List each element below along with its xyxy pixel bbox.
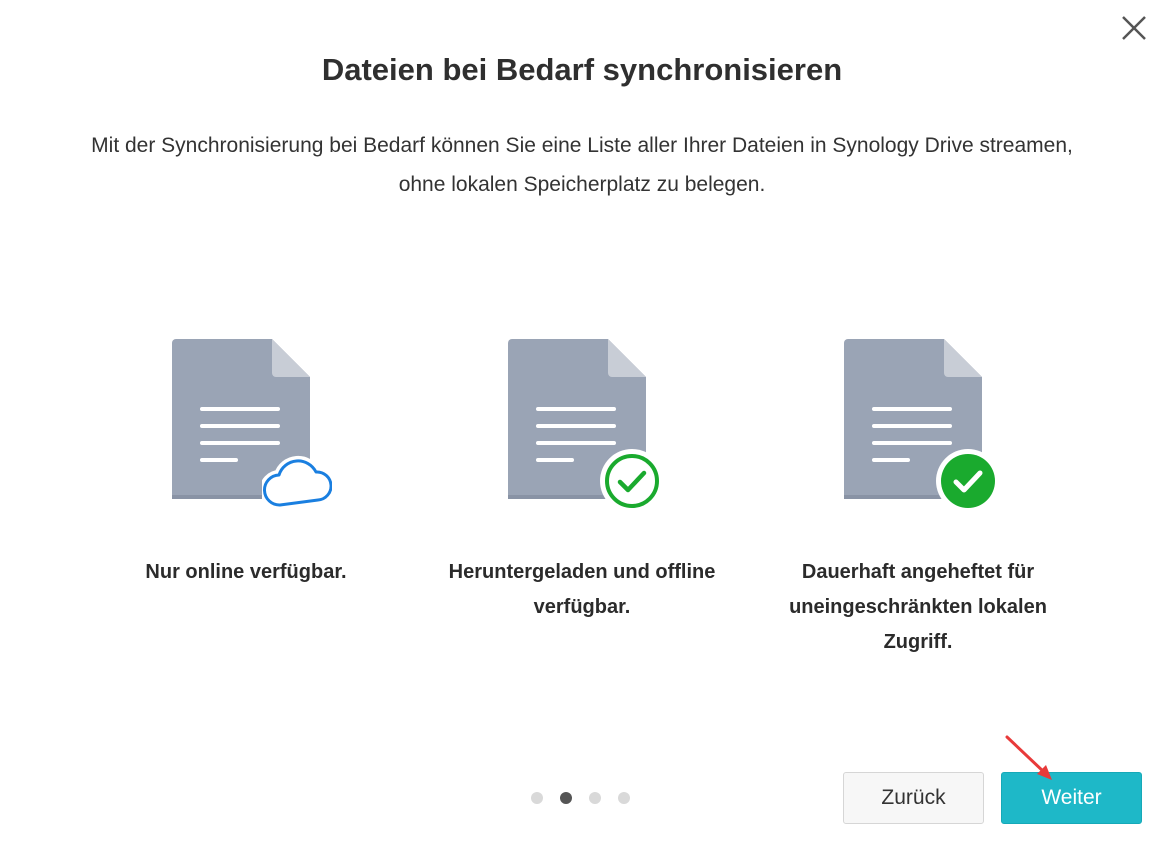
pagination-dot[interactable] — [531, 792, 543, 804]
document-check-outline-icon — [502, 335, 672, 515]
dialog-description: Mit der Synchronisierung bei Bedarf könn… — [91, 134, 1073, 196]
back-button[interactable]: Zurück — [843, 772, 984, 824]
option-online-only: Nur online verfügbar. — [96, 335, 396, 583]
option-caption: Heruntergeladen und offline verfügbar. — [448, 561, 716, 618]
option-always-pinned: Dauerhaft angeheftet für uneingeschränkt… — [768, 335, 1068, 653]
document-cloud-icon — [166, 335, 336, 515]
close-icon — [1122, 16, 1146, 40]
option-caption: Dauerhaft angeheftet für uneingeschränkt… — [789, 561, 1047, 653]
check-filled-icon — [936, 449, 1000, 513]
pagination-dots — [531, 792, 630, 804]
option-caption: Nur online verfügbar. — [145, 561, 347, 583]
pagination-dot[interactable] — [589, 792, 601, 804]
dialog-title: Dateien bei Bedarf synchronisieren — [321, 52, 843, 87]
next-button[interactable]: Weiter — [1001, 772, 1142, 824]
document-check-filled-icon — [838, 335, 1008, 515]
sync-on-demand-dialog: Dateien bei Bedarf synchronisieren Mit d… — [0, 0, 1164, 850]
cloud-icon — [262, 455, 332, 510]
check-outline-icon — [600, 449, 664, 513]
pagination-dot[interactable] — [618, 792, 630, 804]
close-button[interactable] — [1118, 12, 1150, 44]
option-offline-available: Heruntergeladen und offline verfügbar. — [432, 335, 732, 618]
pagination-dot-active[interactable] — [560, 792, 572, 804]
